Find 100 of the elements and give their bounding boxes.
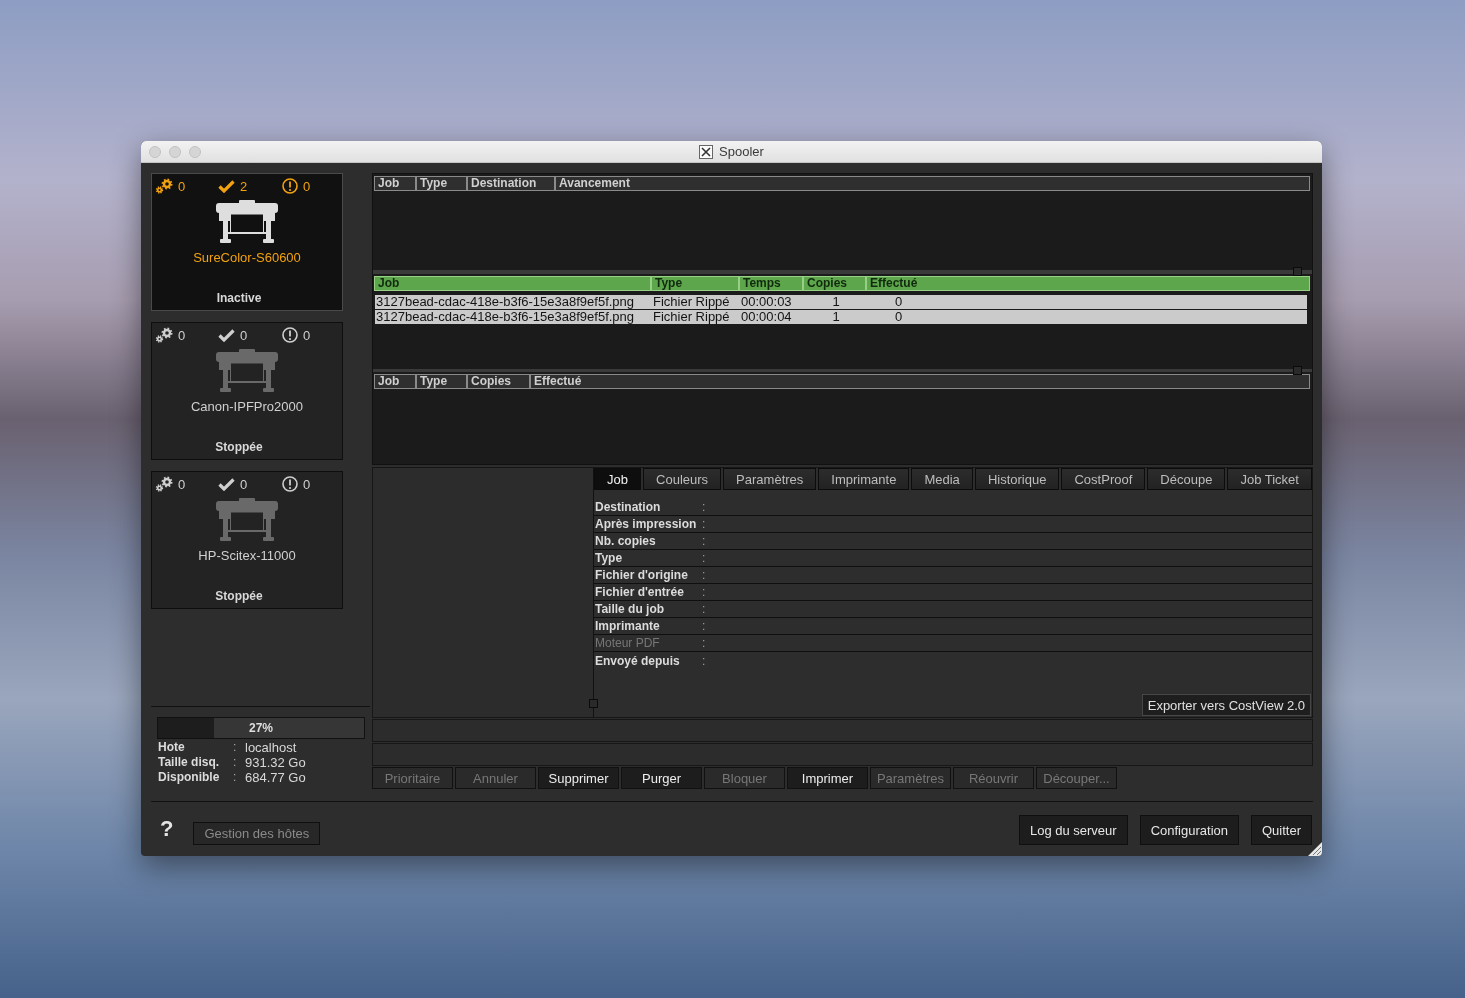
field-label: Après impression bbox=[595, 517, 698, 531]
tab[interactable]: Couleurs bbox=[643, 468, 722, 490]
alert-icon bbox=[282, 476, 298, 492]
column-header[interactable]: Type bbox=[416, 176, 467, 191]
field-label: Imprimante bbox=[595, 619, 661, 633]
close-button[interactable] bbox=[149, 145, 161, 158]
table-cell-text: 0 bbox=[893, 310, 904, 324]
column-header[interactable]: Copies bbox=[803, 276, 866, 291]
separator-text: : bbox=[702, 568, 706, 582]
printer-name: Canon-IPFPro2000 bbox=[191, 399, 303, 414]
separator-text: : bbox=[702, 653, 706, 668]
check-icon bbox=[218, 328, 235, 342]
table-cell-text: 1 bbox=[831, 310, 841, 324]
table-cell-text: 3127bead-cdac-418e-b3f6-15e3a8f9ef5f.png bbox=[375, 310, 636, 324]
column-header[interactable]: Destination bbox=[467, 176, 555, 191]
separator-text: : bbox=[233, 755, 238, 770]
printer-status: Stoppée bbox=[215, 440, 263, 454]
help-button[interactable]: ? bbox=[158, 818, 176, 840]
separator-text: : bbox=[702, 500, 706, 514]
field-label: Fichier d'entrée bbox=[595, 585, 685, 599]
zoom-button[interactable] bbox=[189, 145, 201, 158]
info-value: 931.32 Go bbox=[245, 755, 307, 770]
field-label: Nb. copies bbox=[595, 534, 657, 548]
tab[interactable]: Historique bbox=[974, 468, 1060, 490]
field-label: Destination bbox=[595, 500, 662, 514]
table-cell-text: Fichier Rippé bbox=[652, 295, 731, 309]
resize-grip-icon[interactable] bbox=[1308, 842, 1322, 856]
column-header[interactable]: Temps bbox=[739, 276, 803, 291]
column-header[interactable]: Effectué bbox=[530, 374, 1310, 389]
column-header[interactable]: Type bbox=[416, 374, 467, 389]
processing-count: 0 bbox=[178, 476, 186, 492]
export-button[interactable]: Exporter vers CostView 2.0 bbox=[1141, 694, 1311, 716]
separator-text: : bbox=[702, 602, 706, 616]
separator-text: : bbox=[702, 551, 706, 565]
column-header[interactable]: Job bbox=[374, 176, 416, 191]
splitter-handle-icon[interactable] bbox=[1293, 267, 1302, 276]
separator-text: : bbox=[702, 585, 706, 599]
field-label: Type bbox=[595, 551, 624, 565]
footer-button[interactable]: Configuration bbox=[1139, 815, 1239, 845]
table-cell-text: Fichier Rippé bbox=[652, 310, 731, 324]
field-label: Fichier d'origine bbox=[595, 568, 689, 582]
action-button[interactable]: Supprimer bbox=[538, 767, 619, 789]
footer-button[interactable]: Quitter bbox=[1251, 815, 1312, 845]
splitter-handle-icon[interactable] bbox=[1293, 366, 1302, 375]
printer-status: Inactive bbox=[216, 291, 262, 305]
printer-card[interactable]: 0 0 0 Canon-IPFPro2000 Stoppée bbox=[151, 322, 343, 460]
column-header[interactable]: Effectué bbox=[866, 276, 1310, 291]
printer-icon bbox=[215, 498, 279, 541]
tab[interactable]: Job bbox=[594, 468, 641, 490]
field-label: Moteur PDF bbox=[595, 636, 661, 650]
table-cell-text: 3127bead-cdac-418e-b3f6-15e3a8f9ef5f.png bbox=[375, 295, 636, 309]
info-value: localhost bbox=[245, 740, 298, 755]
field-label: Taille du job bbox=[595, 602, 666, 616]
tab[interactable]: Media bbox=[911, 468, 973, 490]
footer-button[interactable]: Log du serveur bbox=[1018, 815, 1128, 845]
gears-icon bbox=[155, 327, 173, 343]
tab[interactable]: Découpe bbox=[1147, 468, 1226, 490]
column-header[interactable]: Type bbox=[651, 276, 739, 291]
separator-text: : bbox=[702, 534, 706, 548]
splitter-handle-icon[interactable] bbox=[589, 699, 598, 708]
separator-text: : bbox=[233, 740, 238, 755]
gears-icon bbox=[155, 476, 173, 492]
error-count: 0 bbox=[303, 327, 311, 343]
error-count: 0 bbox=[303, 476, 311, 492]
check-icon bbox=[218, 477, 235, 491]
table-cell-text: 1 bbox=[831, 295, 841, 309]
info-label: Disponible bbox=[158, 770, 221, 785]
table-cell-text: 0 bbox=[893, 295, 904, 309]
separator-text: : bbox=[233, 770, 238, 785]
action-button[interactable]: Imprimer bbox=[787, 767, 868, 789]
processing-count: 0 bbox=[178, 178, 186, 194]
printer-card[interactable]: 0 2 0 SureColor-S60600 Inactive bbox=[151, 173, 343, 311]
separator-text: : bbox=[702, 517, 706, 531]
disk-usage-reading: 27% bbox=[249, 721, 273, 735]
printer-status: Stoppée bbox=[215, 589, 263, 603]
tab[interactable]: Job Ticket bbox=[1227, 468, 1312, 490]
printer-icon bbox=[215, 200, 279, 243]
table-row[interactable]: 3127bead-cdac-418e-b3f6-15e3a8f9ef5f.png Fichier Rippé 00:00:03 1 0 bbox=[375, 295, 1307, 309]
column-header[interactable]: Avancement bbox=[555, 176, 1310, 191]
column-header[interactable]: Job bbox=[374, 276, 651, 291]
window-title: Spooler bbox=[719, 144, 764, 159]
done-count: 2 bbox=[240, 178, 248, 194]
info-label: Hote bbox=[158, 740, 186, 755]
table-row[interactable]: 3127bead-cdac-418e-b3f6-15e3a8f9ef5f.png Fichier Rippé 00:00:04 1 0 bbox=[375, 310, 1307, 324]
column-header[interactable]: Copies bbox=[467, 374, 530, 389]
tab[interactable]: Imprimante bbox=[818, 468, 910, 490]
alert-icon bbox=[282, 327, 298, 343]
table-cell-text: 00:00:03 bbox=[740, 295, 793, 309]
printer-card[interactable]: 0 0 0 HP-Scitex-11000 Stoppée bbox=[151, 471, 343, 609]
alert-icon bbox=[282, 178, 298, 194]
tab[interactable]: Paramètres bbox=[723, 468, 817, 490]
info-value: 684.77 Go bbox=[245, 770, 307, 785]
separator-text: : bbox=[702, 636, 706, 650]
tab[interactable]: CostProof bbox=[1061, 468, 1146, 490]
action-button[interactable]: Purger bbox=[621, 767, 702, 789]
processing-count: 0 bbox=[178, 327, 186, 343]
info-label: Taille disq. bbox=[158, 755, 221, 770]
error-count: 0 bbox=[303, 178, 311, 194]
column-header[interactable]: Job bbox=[374, 374, 416, 389]
minimize-button[interactable] bbox=[169, 145, 181, 158]
